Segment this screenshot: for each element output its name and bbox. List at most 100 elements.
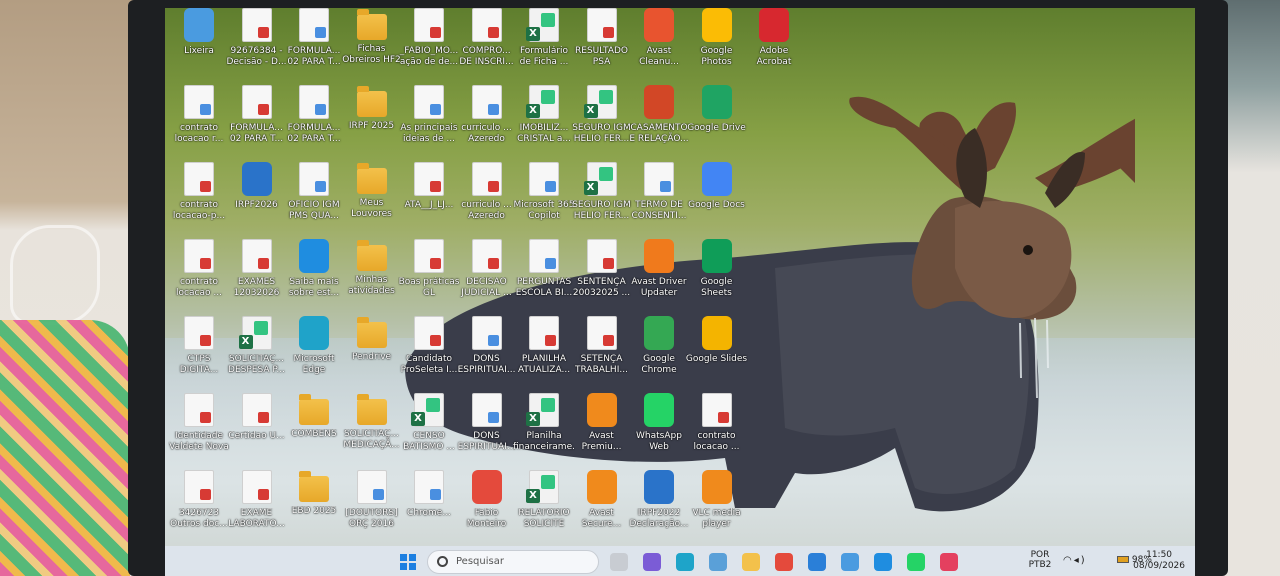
app-icon	[586, 393, 617, 427]
pinned-app-icon[interactable]	[940, 553, 958, 571]
pinned-app-icon[interactable]	[808, 553, 826, 571]
desktop-icon[interactable]: Lixeira	[168, 8, 230, 82]
desktop-icon[interactable]: Google Docs	[686, 162, 748, 236]
desktop-icon[interactable]: IRPF 2025	[341, 85, 403, 159]
desktop-icon[interactable]: Fichas Obreiros HF2	[341, 8, 403, 82]
desktop-icon[interactable]: Boas práticas GL	[398, 239, 460, 313]
pinned-app-icon[interactable]	[775, 553, 793, 571]
pinned-app-icon[interactable]	[907, 553, 925, 571]
desktop-icon[interactable]: FORMULÁ... 02 PARA T...	[283, 85, 345, 159]
desktop-icon[interactable]: Meus Louvores	[341, 162, 403, 236]
desktop-icon[interactable]: WhatsApp Web	[628, 393, 690, 467]
desktop-icon[interactable]: 92676384 - Decisão - D...	[226, 8, 288, 82]
pinned-app-icon[interactable]	[643, 553, 661, 571]
desktop-icon[interactable]: As principais ideias de ...	[398, 85, 460, 159]
desktop-icon[interactable]: RESULTADO PSA	[571, 8, 633, 82]
desktop-icon[interactable]: Avast Premiu...	[571, 393, 633, 467]
desktop-icon-label: Google Chrome	[641, 354, 677, 375]
pinned-app-icon[interactable]	[841, 553, 859, 571]
desktop-icon[interactable]: [DOUTORS] ORÇ 2016	[341, 470, 403, 544]
desktop-icon[interactable]: RELATORIO SOLICITE	[513, 470, 575, 544]
desktop-icon[interactable]: curriculo ... Azeredo	[456, 85, 518, 159]
desktop-icon[interactable]: Minhas atividades	[341, 239, 403, 313]
desktop-icon[interactable]: SETENÇA TRABALHI...	[571, 316, 633, 390]
desktop-icon[interactable]: CASAMENTO E RELAÇÃO...	[628, 85, 690, 159]
desktop-icon[interactable]: Candidato ProSeleta I...	[398, 316, 460, 390]
desktop-icon[interactable]: Google Photos	[686, 8, 748, 82]
desktop-icon[interactable]: SOLICITAÇ... DESPESA P...	[226, 316, 288, 390]
desktop-icon[interactable]: FORMULÁ... 02 PARA T...	[226, 85, 288, 159]
desktop-icon[interactable]: Pendrive	[341, 316, 403, 390]
desktop-icon[interactable]: curriculo ... Azeredo	[456, 162, 518, 236]
desktop-icon[interactable]: contrato locacao r...	[168, 85, 230, 159]
desktop-icon[interactable]: COMBENS	[283, 393, 345, 467]
desktop-icon-label: Google Photos	[700, 46, 733, 67]
desktop-icon[interactable]: Google Sheets	[686, 239, 748, 313]
desktop-icon[interactable]: SOLICITAÇ... MEDICAÇÃ...	[341, 393, 403, 467]
desktop-icon[interactable]: ATA__J_LJ...	[398, 162, 460, 236]
pinned-app-icon[interactable]	[676, 553, 694, 571]
pinned-app-icon[interactable]	[874, 553, 892, 571]
desktop-icon[interactable]: OFICIO IGM PMS QUA...	[283, 162, 345, 236]
desktop-icon[interactable]: Google Drive	[686, 85, 748, 159]
desktop-icon[interactable]: DONS ESPIRITUAI...	[456, 393, 518, 467]
desktop-icon[interactable]: contrato locacao ...	[686, 393, 748, 467]
desktop-icon[interactable]: Adobe Acrobat	[743, 8, 805, 82]
desktop-icon[interactable]: Avast Secure...	[571, 470, 633, 544]
desktop-icon[interactable]: Avast Driver Updater	[628, 239, 690, 313]
desktop-icon[interactable]: Google Chrome	[628, 316, 690, 390]
desktop-icon[interactable]: Chrome...	[398, 470, 460, 544]
desktop-icon[interactable]: Saiba mais sobre est...	[283, 239, 345, 313]
desktop-icon[interactable]: Certidao U...	[226, 393, 288, 467]
pinned-app-icon[interactable]	[742, 553, 760, 571]
pinned-app-icon[interactable]	[610, 553, 628, 571]
desktop-icon[interactable]: IRPF2022 Declaração...	[628, 470, 690, 544]
clock[interactable]: 11:50 08/09/2026	[1133, 550, 1185, 572]
desktop-icon-label: SOLICITAÇ... DESPESA P...	[228, 354, 285, 375]
desktop-icon[interactable]: DONS ESPIRITUAI...	[456, 316, 518, 390]
desktop-icon[interactable]: SEGURO IGM HELIO FER...	[571, 162, 633, 236]
folder-icon	[356, 394, 387, 425]
desktop-icon[interactable]: PERGUNTAS ESCOLA BI...	[513, 239, 575, 313]
desktop-icon[interactable]: EXAME LABORATO...	[226, 470, 288, 544]
desktop-icon[interactable]: contrato locacao ...	[168, 239, 230, 313]
desktop-icon[interactable]: Planilha financeirame...	[513, 393, 575, 467]
desktop-icon-label: Adobe Acrobat	[756, 46, 792, 67]
file-icon	[184, 393, 214, 427]
desktop-icon-label: Google Docs	[688, 200, 745, 210]
desktop-icon[interactable]: Formulário de Ficha ...	[513, 8, 575, 82]
desktop-icon[interactable]: CENSO BATISMO ...	[398, 393, 460, 467]
desktop-icon[interactable]: IRPF2026	[226, 162, 288, 236]
file-icon	[356, 470, 387, 504]
desktop-icon[interactable]: Avast Cleanu...	[628, 8, 690, 82]
network-volume-icons[interactable]: ◠◂)	[1063, 555, 1087, 566]
desktop-icon[interactable]: EBD 2025	[283, 470, 345, 544]
desktop-icon[interactable]: SENTENÇA 20032025 ...	[571, 239, 633, 313]
desktop-icon[interactable]: Microsoft Edge	[283, 316, 345, 390]
desktop-icon[interactable]: contrato locacao-p...	[168, 162, 230, 236]
desktop-icon[interactable]: 3426723 Outros doc...	[168, 470, 230, 544]
desktop-icon[interactable]: _FABIO_MO... ação de de...	[398, 8, 460, 82]
desktop-icon-label: contrato locacao ...	[693, 431, 740, 452]
taskbar-search[interactable]: Pesquisar	[427, 550, 599, 574]
desktop-icon[interactable]: PLANILHA ATUALIZA...	[513, 316, 575, 390]
desktop-icon[interactable]: TERMO DE CONSENTI...	[628, 162, 690, 236]
file-icon	[471, 239, 502, 273]
desktop-icon[interactable]: Microsoft 365 Copilot	[513, 162, 575, 236]
desktop-icon[interactable]: DECISAO JUDICIAL ...	[456, 239, 518, 313]
desktop-icon[interactable]: SEGURO IGM HELIO FER...	[571, 85, 633, 159]
pinned-app-icon[interactable]	[709, 553, 727, 571]
desktop-icon[interactable]: Identidade Valdete Nova	[168, 393, 230, 467]
file-icon	[241, 239, 272, 273]
language-indicator[interactable]: POR PTB2	[1025, 550, 1055, 570]
desktop-icon[interactable]: Google Slides	[686, 316, 748, 390]
desktop-icon[interactable]: IMOBILIZ... CRISTAL a...	[513, 85, 575, 159]
desktop-icon[interactable]: EXAMES 12032026	[226, 239, 288, 313]
desktop-icon[interactable]: FORMULÁ... 02 PARA T...	[283, 8, 345, 82]
start-button[interactable]	[400, 554, 416, 570]
desktop-icon[interactable]: VLC media player	[686, 470, 748, 544]
desktop-icon[interactable]: CTPS DIGITA...	[168, 316, 230, 390]
desktop-icon[interactable]: COMPRO... DE INSCRI...	[456, 8, 518, 82]
desktop-icon[interactable]: Fabio Monteiro	[456, 470, 518, 544]
desktop-icon-label: curriculo ... Azeredo	[461, 123, 512, 144]
